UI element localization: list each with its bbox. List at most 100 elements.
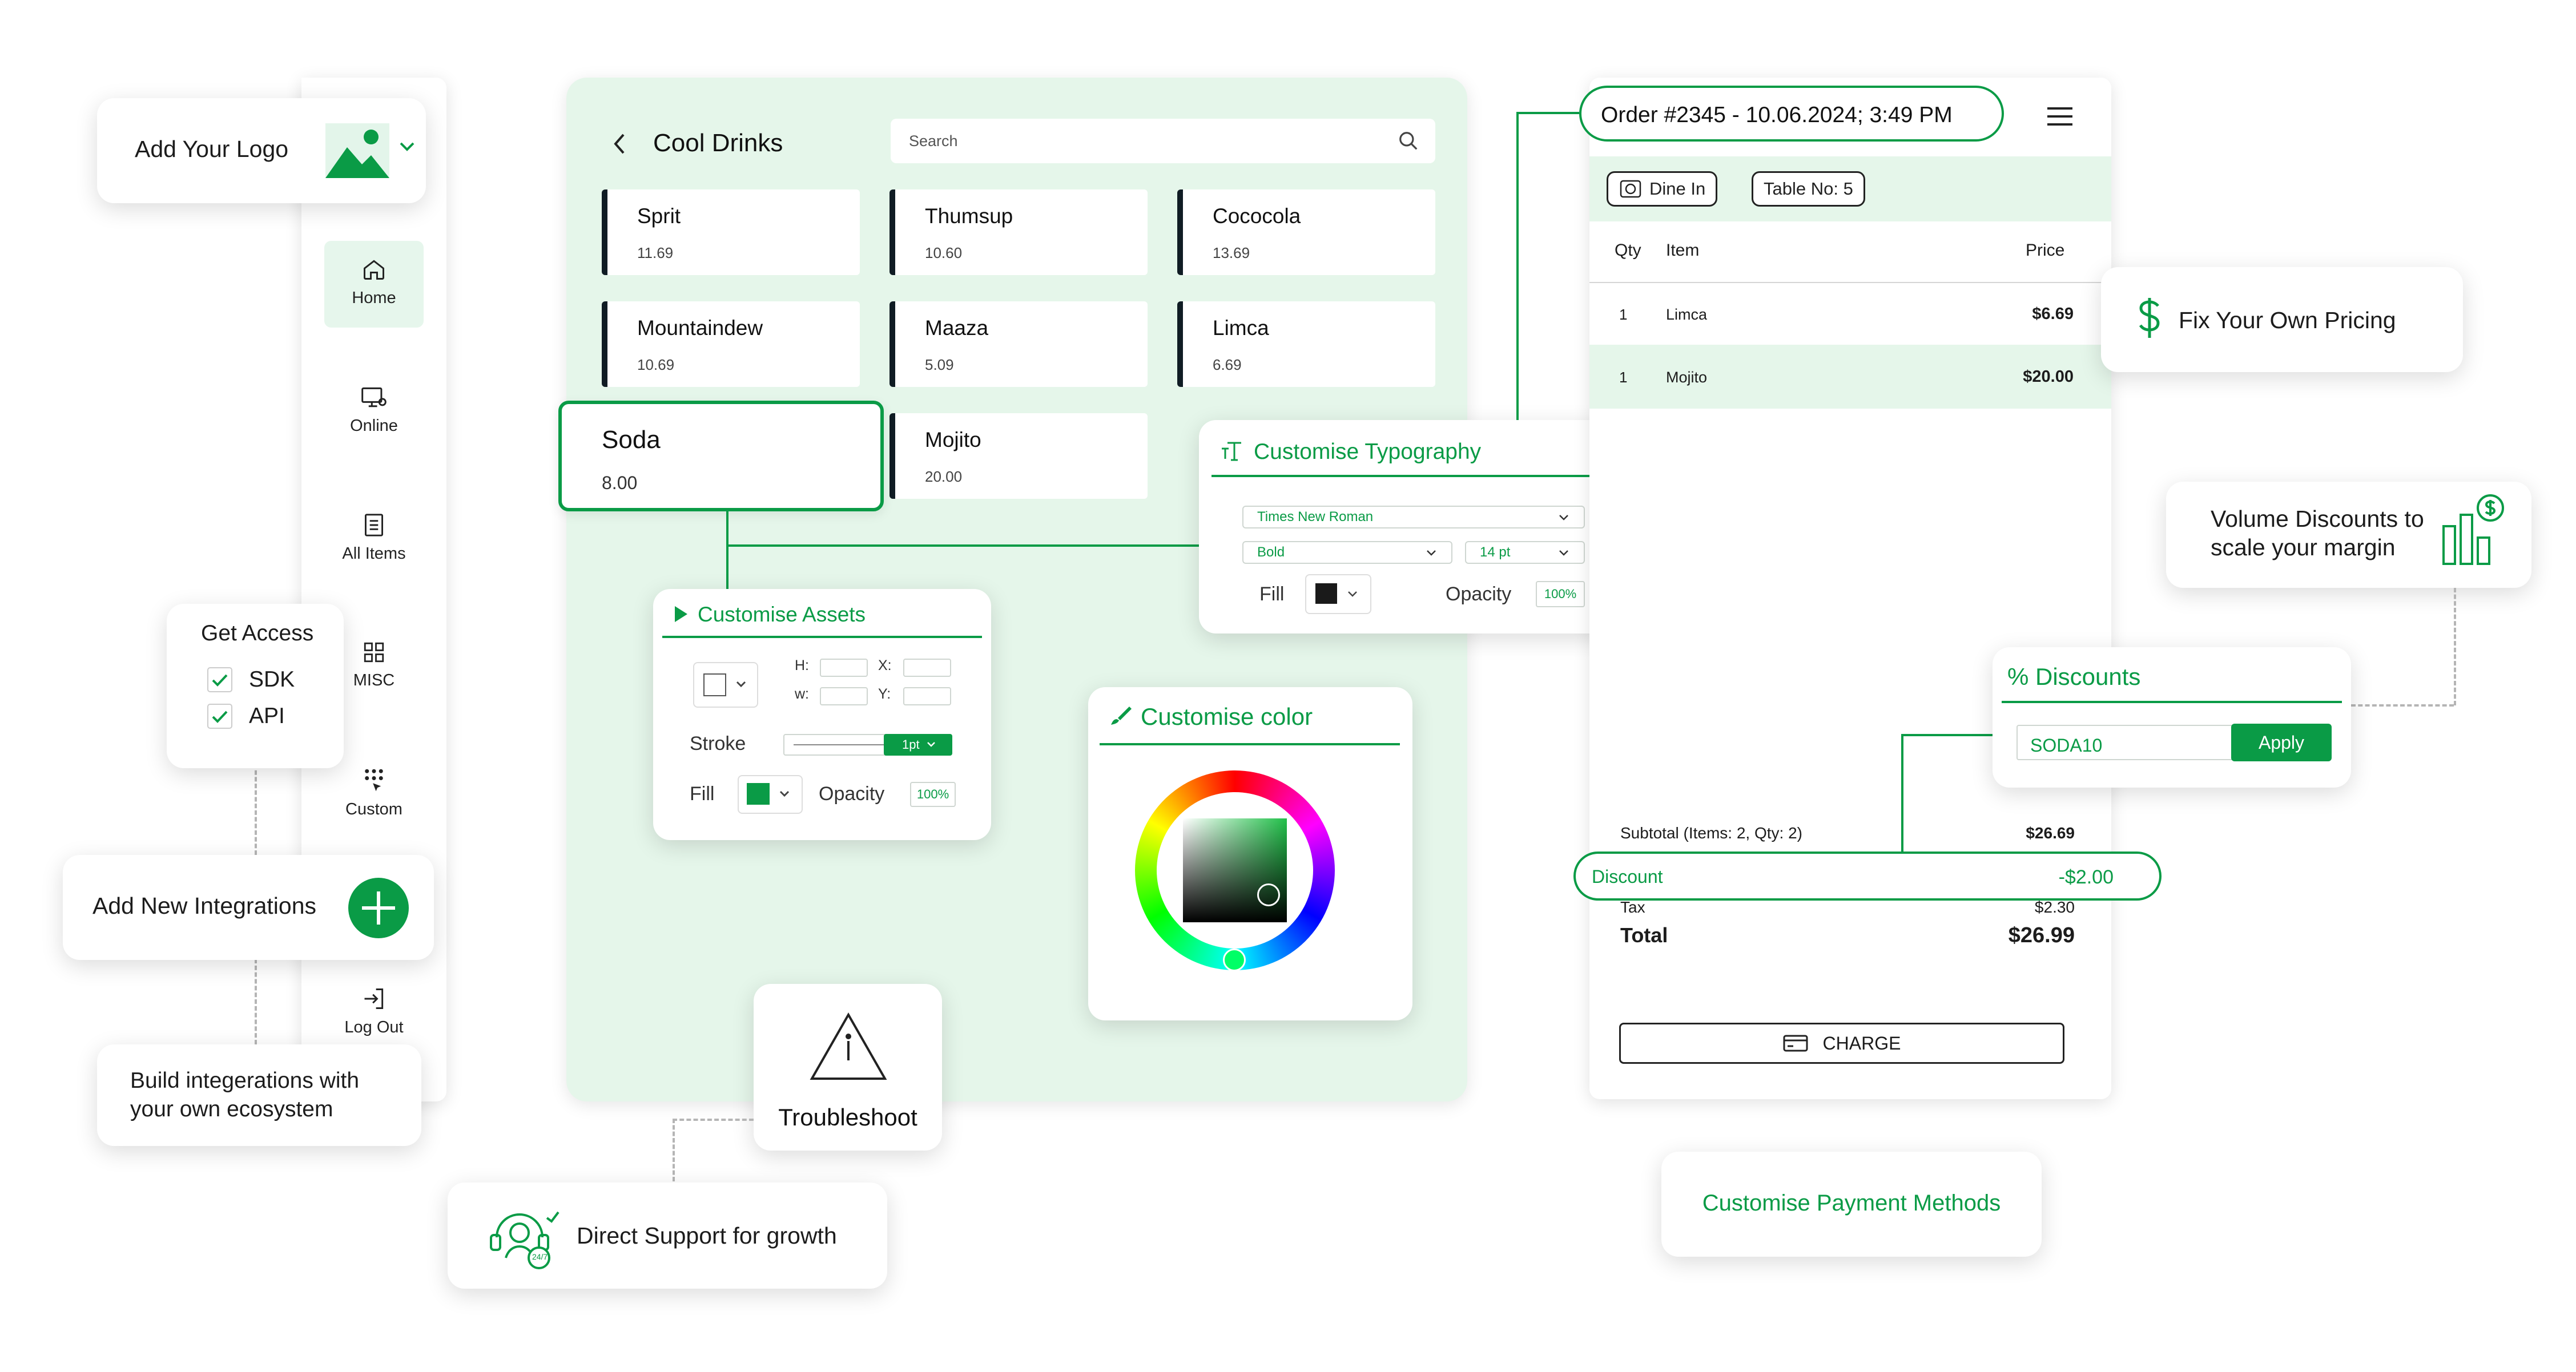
y-label: Y: (878, 686, 891, 702)
subtotal-label: Subtotal (Items: 2, Qty: 2) (1620, 824, 1803, 842)
product-tile[interactable]: Cococola 13.69 (1177, 189, 1435, 275)
stroke-select[interactable]: 1pt (884, 734, 952, 756)
h-input[interactable] (820, 659, 868, 677)
api-option[interactable]: API (207, 703, 285, 729)
logout-icon (364, 988, 384, 1009)
apply-button[interactable]: Apply (2231, 724, 2332, 761)
sidebar-item-label: All Items (342, 544, 406, 563)
get-access-card: Get Access SDK API (167, 604, 344, 768)
grid-icon (364, 642, 384, 663)
table-number-button[interactable]: Table No: 5 (1752, 171, 1865, 207)
customise-color-panel: Customise color (1088, 687, 1412, 1020)
payment-methods-card[interactable]: Customise Payment Methods (1661, 1152, 2042, 1257)
sidebar-item-all-items[interactable]: All Items (324, 513, 424, 563)
product-price: 5.09 (925, 356, 954, 373)
panel-divider (2002, 701, 2342, 703)
panel-divider (1100, 743, 1400, 745)
volume-line-1: Volume Discounts to (2211, 506, 2424, 532)
product-tile[interactable]: Maaza 5.09 (889, 301, 1148, 387)
menu-icon[interactable] (2046, 106, 2074, 127)
fill-swatch (747, 783, 770, 805)
tax-value: $2.30 (2034, 898, 2075, 916)
color-picker-handle[interactable] (1257, 883, 1280, 906)
fill-select[interactable] (738, 775, 803, 814)
connector-line (1516, 112, 1519, 420)
font-weight-select[interactable]: Bold (1242, 541, 1452, 564)
connector-line (1901, 734, 1993, 736)
color-wheel[interactable] (1135, 770, 1335, 971)
product-tile[interactable]: Mountaindew 10.69 (602, 301, 860, 387)
discount-row[interactable]: Discount -$2.00 (1573, 852, 2162, 901)
discount-code-input[interactable]: SODA10 (2016, 725, 2235, 760)
stroke-value: 1pt (902, 737, 920, 752)
font-family-select[interactable]: Times New Roman (1242, 506, 1585, 528)
discounts-title: % Discounts (2007, 663, 2141, 690)
fix-pricing-label: Fix Your Own Pricing (2179, 307, 2396, 333)
troubleshoot-card[interactable]: Troubleshoot (754, 984, 942, 1151)
y-input[interactable] (903, 687, 951, 705)
back-arrow-icon[interactable] (612, 132, 627, 155)
sidebar-item-online[interactable]: Online (324, 386, 424, 435)
color-square[interactable] (1183, 818, 1287, 922)
direct-support-card[interactable]: 24/7 Direct Support for growth (448, 1183, 887, 1289)
charge-label: CHARGE (1822, 1032, 1901, 1054)
sidebar-item-label: Custom (345, 800, 402, 818)
product-tile-selected[interactable]: Soda 8.00 (558, 401, 884, 511)
charge-button[interactable]: CHARGE (1619, 1023, 2064, 1064)
w-input[interactable] (820, 687, 868, 705)
add-integrations-card[interactable]: Add New Integrations (63, 855, 434, 960)
warning-icon (810, 1012, 887, 1080)
search-icon[interactable] (1398, 130, 1419, 152)
build-integrations-card: Build integerations with your own ecosys… (97, 1044, 421, 1146)
product-tile[interactable]: Mojito 20.00 (889, 413, 1148, 499)
dine-in-label: Dine In (1649, 179, 1706, 199)
product-tile[interactable]: Thumsup 10.60 (889, 189, 1148, 275)
fill-label: Fill (1259, 583, 1285, 605)
font-size-select[interactable]: 14 pt (1465, 541, 1585, 564)
total-value: $26.99 (2008, 923, 2075, 947)
product-price: 6.69 (1213, 356, 1242, 373)
order-row[interactable]: 1 Limca $6.69 (1589, 283, 2111, 345)
opacity-input[interactable]: 100% (910, 782, 956, 807)
add-logo-card[interactable]: Add Your Logo (97, 98, 426, 203)
font-weight-value: Bold (1257, 544, 1285, 560)
plus-icon[interactable] (348, 878, 409, 938)
shape-select[interactable] (693, 662, 758, 708)
connector-line (255, 959, 257, 1044)
font-family-value: Times New Roman (1257, 509, 1374, 524)
product-name: Mojito (925, 428, 981, 451)
get-access-title: Get Access (201, 621, 314, 645)
add-logo-label: Add Your Logo (135, 136, 289, 162)
row-qty: 1 (1619, 306, 1628, 323)
image-icon (324, 122, 391, 179)
sdk-label: SDK (249, 667, 295, 692)
connector-line (673, 1119, 675, 1181)
chevron-down-icon[interactable] (399, 140, 416, 153)
dine-in-button[interactable]: Dine In (1607, 171, 1718, 207)
sidebar-item-label: Log Out (344, 1018, 404, 1036)
product-name: Sprit (637, 204, 681, 228)
x-input[interactable] (903, 659, 951, 677)
order-row[interactable]: 1 Mojito $20.00 (1589, 345, 2111, 409)
fill-select[interactable] (1305, 574, 1371, 614)
hue-handle[interactable] (1223, 949, 1246, 971)
opacity-input[interactable]: 100% (1536, 581, 1585, 607)
opacity-label: Opacity (1446, 583, 1512, 605)
sidebar-item-custom[interactable]: Custom (324, 767, 424, 819)
product-tile[interactable]: Sprit 11.69 (602, 189, 860, 275)
sdk-option[interactable]: SDK (207, 667, 295, 693)
direct-support-label: Direct Support for growth (577, 1222, 837, 1249)
product-tile[interactable]: Limca 6.69 (1177, 301, 1435, 387)
panel-title: Customise Typography (1254, 439, 1482, 464)
sidebar-item-home[interactable]: Home (324, 241, 424, 328)
typography-icon (1222, 442, 1241, 461)
product-price: 10.69 (637, 356, 675, 373)
monitor-icon (361, 387, 387, 407)
category-title: Cool Drinks (653, 129, 783, 157)
checkbox-checked-icon (207, 704, 232, 729)
connector-line (673, 1119, 754, 1121)
sidebar-item-logout[interactable]: Log Out (324, 986, 424, 1037)
fix-pricing-card[interactable]: Fix Your Own Pricing (2101, 267, 2463, 372)
search-input[interactable]: Search (891, 119, 1435, 163)
home-icon (364, 260, 384, 280)
